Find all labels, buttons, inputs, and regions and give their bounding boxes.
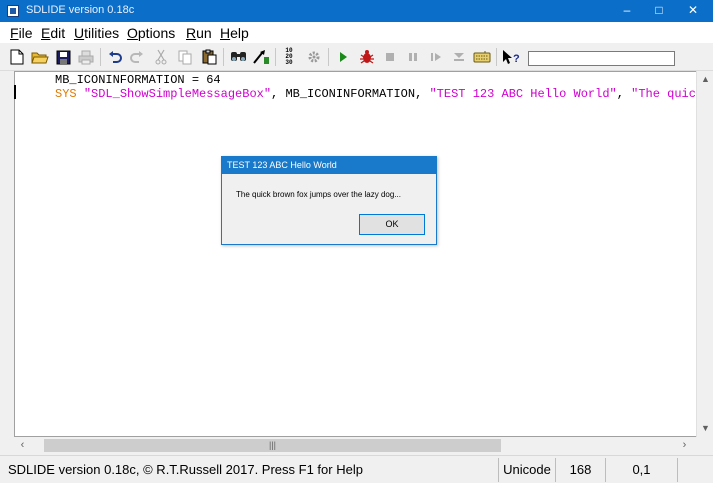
menu-file[interactable]: File	[10, 25, 33, 41]
menu-options[interactable]: Options	[127, 25, 175, 41]
toolbar-search-input[interactable]	[528, 51, 675, 66]
scroll-up-icon[interactable]: ▲	[697, 71, 713, 88]
undo-icon[interactable]	[106, 48, 124, 66]
status-bar: SDLIDE version 0.18c, © R.T.Russell 2017…	[0, 455, 713, 483]
renumber-icon[interactable]: 10 20 30	[282, 48, 296, 66]
vertical-scrollbar[interactable]: ▲ ▼	[696, 71, 713, 437]
maximize-button[interactable]: □	[642, 0, 676, 22]
scroll-down-icon[interactable]: ▼	[697, 420, 713, 437]
minimize-button[interactable]: –	[610, 0, 644, 22]
close-button[interactable]: ✕	[676, 0, 710, 22]
menu-run[interactable]: Run	[186, 25, 212, 41]
copy-icon[interactable]	[176, 48, 194, 66]
status-empty-cell	[677, 458, 713, 482]
menu-edit[interactable]: Edit	[41, 25, 65, 41]
debug-icon[interactable]	[358, 48, 376, 66]
context-help-icon[interactable]: ?	[502, 48, 520, 66]
print-icon[interactable]	[77, 48, 95, 66]
run-icon[interactable]	[334, 48, 352, 66]
window-titlebar[interactable]: SDLIDE version 0.18c – □ ✕	[0, 0, 713, 22]
status-text: SDLIDE version 0.18c, © R.T.Russell 2017…	[8, 462, 363, 477]
ok-button[interactable]: OK	[359, 214, 425, 235]
keyboard-icon[interactable]	[473, 48, 491, 66]
code-editor[interactable]: MB_ICONINFORMATION = 64 SYS "SDL_ShowSim…	[14, 71, 696, 437]
horizontal-scrollbar[interactable]: ‹ ||| ›	[14, 437, 696, 454]
open-folder-icon[interactable]	[31, 48, 49, 66]
menu-help[interactable]: Help	[220, 25, 249, 41]
svg-text:?: ?	[513, 53, 520, 65]
text-caret	[14, 85, 16, 99]
size-grip	[696, 437, 713, 454]
code-line-1: MB_ICONINFORMATION = 64	[55, 73, 221, 87]
stop-icon[interactable]	[381, 48, 399, 66]
code-line-2: SYS "SDL_ShowSimpleMessageBox", MB_ICONI…	[55, 87, 696, 101]
find-icon[interactable]	[229, 48, 247, 66]
scroll-left-icon[interactable]: ‹	[14, 437, 31, 454]
horizontal-scroll-thumb[interactable]: |||	[44, 439, 501, 452]
dialog-message: The quick brown fox jumps over the lazy …	[236, 190, 401, 199]
cut-icon[interactable]	[152, 48, 170, 66]
new-file-icon[interactable]	[8, 48, 26, 66]
message-box-dialog: TEST 123 ABC Hello World The quick brown…	[221, 156, 437, 245]
save-icon[interactable]	[54, 48, 72, 66]
goto-icon[interactable]	[252, 48, 270, 66]
status-length: 168	[555, 458, 605, 482]
menu-bar: File Edit Utilities Options Run Help	[0, 22, 713, 43]
sys-keyword: SYS	[55, 87, 84, 101]
window-title: SDLIDE version 0.18c	[26, 4, 135, 16]
pause-icon[interactable]	[404, 48, 422, 66]
settings-icon[interactable]	[305, 48, 323, 66]
paste-icon[interactable]	[200, 48, 218, 66]
step-icon[interactable]	[427, 48, 445, 66]
status-position: 0,1	[605, 458, 677, 482]
dialog-title[interactable]: TEST 123 ABC Hello World	[222, 157, 436, 174]
app-icon	[7, 5, 19, 17]
step-over-icon[interactable]	[450, 48, 468, 66]
menu-utilities[interactable]: Utilities	[74, 25, 119, 41]
status-encoding: Unicode	[498, 458, 555, 482]
redo-icon[interactable]	[128, 48, 146, 66]
scroll-right-icon[interactable]: ›	[676, 437, 693, 454]
